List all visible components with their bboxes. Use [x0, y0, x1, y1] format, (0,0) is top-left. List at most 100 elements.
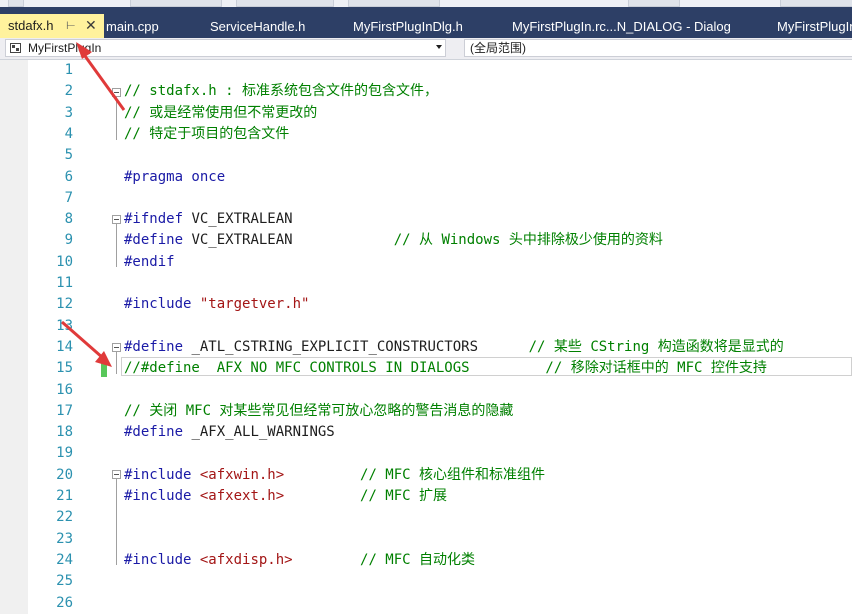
line-number: 18: [56, 424, 73, 441]
collapse-toggle[interactable]: [112, 215, 121, 224]
code-token: <afxdisp.h>: [191, 551, 293, 568]
code-token: // MFC 扩展: [284, 488, 448, 504]
code-text: #pragma once: [124, 167, 225, 188]
code-token: #include: [124, 488, 192, 504]
line-number: 14: [56, 338, 73, 355]
code-line[interactable]: 16: [0, 380, 852, 401]
tab-label: MyFirstPlugIn: [777, 19, 852, 34]
code-token: _ATL_CSTRING_EXPLICIT_CONSTRUCTORS: [183, 338, 479, 355]
code-line[interactable]: 8 #ifndef VC_EXTRALEAN: [0, 209, 852, 230]
code-line[interactable]: 5: [0, 145, 852, 166]
code-line[interactable]: 3 // 或是经常使用但不常更改的: [0, 103, 852, 124]
code-line[interactable]: 6 #pragma once: [0, 167, 852, 188]
project-dropdown[interactable]: MyFirstPlugIn: [5, 39, 446, 57]
code-line[interactable]: 11: [0, 273, 852, 294]
code-token: VC_EXTRALEAN: [183, 232, 293, 249]
line-number: 13: [56, 317, 73, 334]
line-number: 6: [64, 168, 73, 185]
code-token: #endif: [124, 253, 175, 270]
pin-icon[interactable]: ⊢: [66, 16, 76, 36]
line-number: 24: [56, 551, 73, 568]
close-icon[interactable]: ✕: [85, 15, 97, 35]
project-name: MyFirstPlugIn: [28, 41, 102, 55]
code-token: // stdafx.h : 标准系统包含文件的包含文件，: [124, 83, 439, 100]
code-line[interactable]: 7: [0, 188, 852, 209]
code-text: #include <afxwin.h> // MFC 核心组件和标准组件: [124, 465, 545, 486]
code-editor[interactable]: 1 2// stdafx.h : 标准系统包含文件的包含文件， 3// 或是经常使用…: [0, 60, 852, 614]
code-line[interactable]: 1: [0, 60, 852, 81]
tab-stdafx-h[interactable]: stdafx.h ⊢ ✕: [0, 14, 104, 38]
scope-name: (全局范围): [470, 41, 526, 55]
tab-main-cpp[interactable]: main.cpp: [106, 17, 159, 38]
code-line[interactable]: 12 #include "targetver.h": [0, 294, 852, 315]
code-token: <afxext.h>: [191, 488, 285, 504]
line-number: 15: [56, 360, 73, 377]
chevron-down-icon[interactable]: [436, 45, 442, 49]
code-token: _AFX_ALL_WARNINGS: [183, 424, 335, 441]
code-line[interactable]: 20 #include <afxwin.h> // MFC 核心组件和标准组件: [0, 465, 852, 486]
code-text: #include <afxdisp.h> // MFC 自动化类: [124, 550, 475, 571]
toolbar-button[interactable]: [780, 0, 852, 7]
code-token: VC_EXTRALEAN: [183, 211, 293, 228]
line-number: 8: [64, 211, 73, 228]
toolbar-button[interactable]: [628, 0, 680, 7]
code-line[interactable]: 14 #define _ATL_CSTRING_EXPLICIT_CONSTRUC…: [0, 337, 852, 358]
code-text: // 特定于项目的包含文件: [124, 124, 289, 145]
toolbar-combo[interactable]: [236, 0, 334, 7]
code-text: // 关闭 MFC 对某些常见但经常可放心忽略的警告消息的隐藏: [124, 401, 513, 422]
toolbar-combo[interactable]: [348, 0, 440, 7]
code-token: // 或是经常使用但不常更改的: [124, 104, 318, 121]
outline-guide: [116, 479, 117, 565]
code-line[interactable]: 24 #include <afxdisp.h> // MFC 自动化类: [0, 550, 852, 571]
code-line[interactable]: 4 // 特定于项目的包含文件: [0, 124, 852, 145]
code-line[interactable]: 25: [0, 571, 852, 592]
tab-myfirstplugin-rc-dialog[interactable]: MyFirstPlugIn.rc...N_DIALOG - Dialog: [512, 17, 731, 38]
toolbar-button[interactable]: [8, 0, 24, 7]
outline-guide: [116, 352, 117, 374]
top-toolbar-strip: [0, 0, 852, 7]
line-number: 10: [56, 253, 73, 270]
tab-label: MyFirstPlugIn.rc...N_DIALOG - Dialog: [512, 19, 731, 34]
line-number: 2: [64, 83, 73, 100]
code-line[interactable]: 22: [0, 507, 852, 528]
code-token: #ifndef: [124, 211, 184, 228]
code-text: #ifndef VC_EXTRALEAN: [124, 209, 293, 230]
collapse-toggle[interactable]: [112, 88, 121, 97]
line-number: 26: [56, 594, 73, 611]
code-line[interactable]: 21 #include <afxext.h> // MFC 扩展: [0, 486, 852, 507]
code-token: // 关闭 MFC 对某些常见但经常可放心忽略的警告消息的隐藏: [124, 402, 514, 419]
line-number: 19: [56, 445, 73, 462]
collapse-toggle[interactable]: [112, 343, 121, 352]
line-number: 22: [56, 509, 73, 526]
code-line[interactable]: 19: [0, 443, 852, 464]
line-number: 20: [56, 466, 73, 483]
code-token: <afxwin.h>: [191, 466, 285, 483]
scope-dropdown[interactable]: (全局范围): [464, 39, 852, 57]
code-token: #include: [124, 296, 192, 313]
change-marker: [101, 358, 107, 377]
line-number: 21: [56, 488, 73, 504]
tab-myfirstplugindlg-h[interactable]: MyFirstPlugInDlg.h: [353, 17, 463, 38]
tab-myfirstplugin-overflow[interactable]: MyFirstPlugIn: [777, 17, 852, 38]
tab-servicehandle-h[interactable]: ServiceHandle.h: [210, 17, 305, 38]
code-token: "targetver.h": [191, 296, 310, 313]
code-line[interactable]: 17 // 关闭 MFC 对某些常见但经常可放心忽略的警告消息的隐藏: [0, 401, 852, 422]
code-line[interactable]: 9 #define VC_EXTRALEAN // 从 Windows 头中排除极…: [0, 230, 852, 251]
code-token: // 某些 CString 构造函数将是显式的: [478, 338, 784, 355]
code-line[interactable]: 2 // stdafx.h : 标准系统包含文件的包含文件，: [0, 81, 852, 102]
tab-label: MyFirstPlugInDlg.h: [353, 19, 463, 34]
code-token: #include: [124, 551, 192, 568]
code-line[interactable]: 23: [0, 529, 852, 550]
line-number: 25: [56, 573, 73, 590]
code-line[interactable]: 13: [0, 316, 852, 337]
code-line[interactable]: 18 #define _AFX_ALL_WARNINGS: [0, 422, 852, 443]
navigation-bar: MyFirstPlugIn (全局范围): [0, 38, 852, 60]
code-line[interactable]: 26: [0, 593, 852, 614]
line-number: 12: [56, 296, 73, 313]
tab-label: stdafx.h: [8, 18, 54, 33]
toolbar-combo[interactable]: [130, 0, 222, 7]
code-token: // MFC 核心组件和标准组件: [284, 466, 546, 483]
code-line[interactable]: 10 #endif: [0, 252, 852, 273]
collapse-toggle[interactable]: [112, 470, 121, 479]
line-number: 5: [64, 147, 73, 164]
